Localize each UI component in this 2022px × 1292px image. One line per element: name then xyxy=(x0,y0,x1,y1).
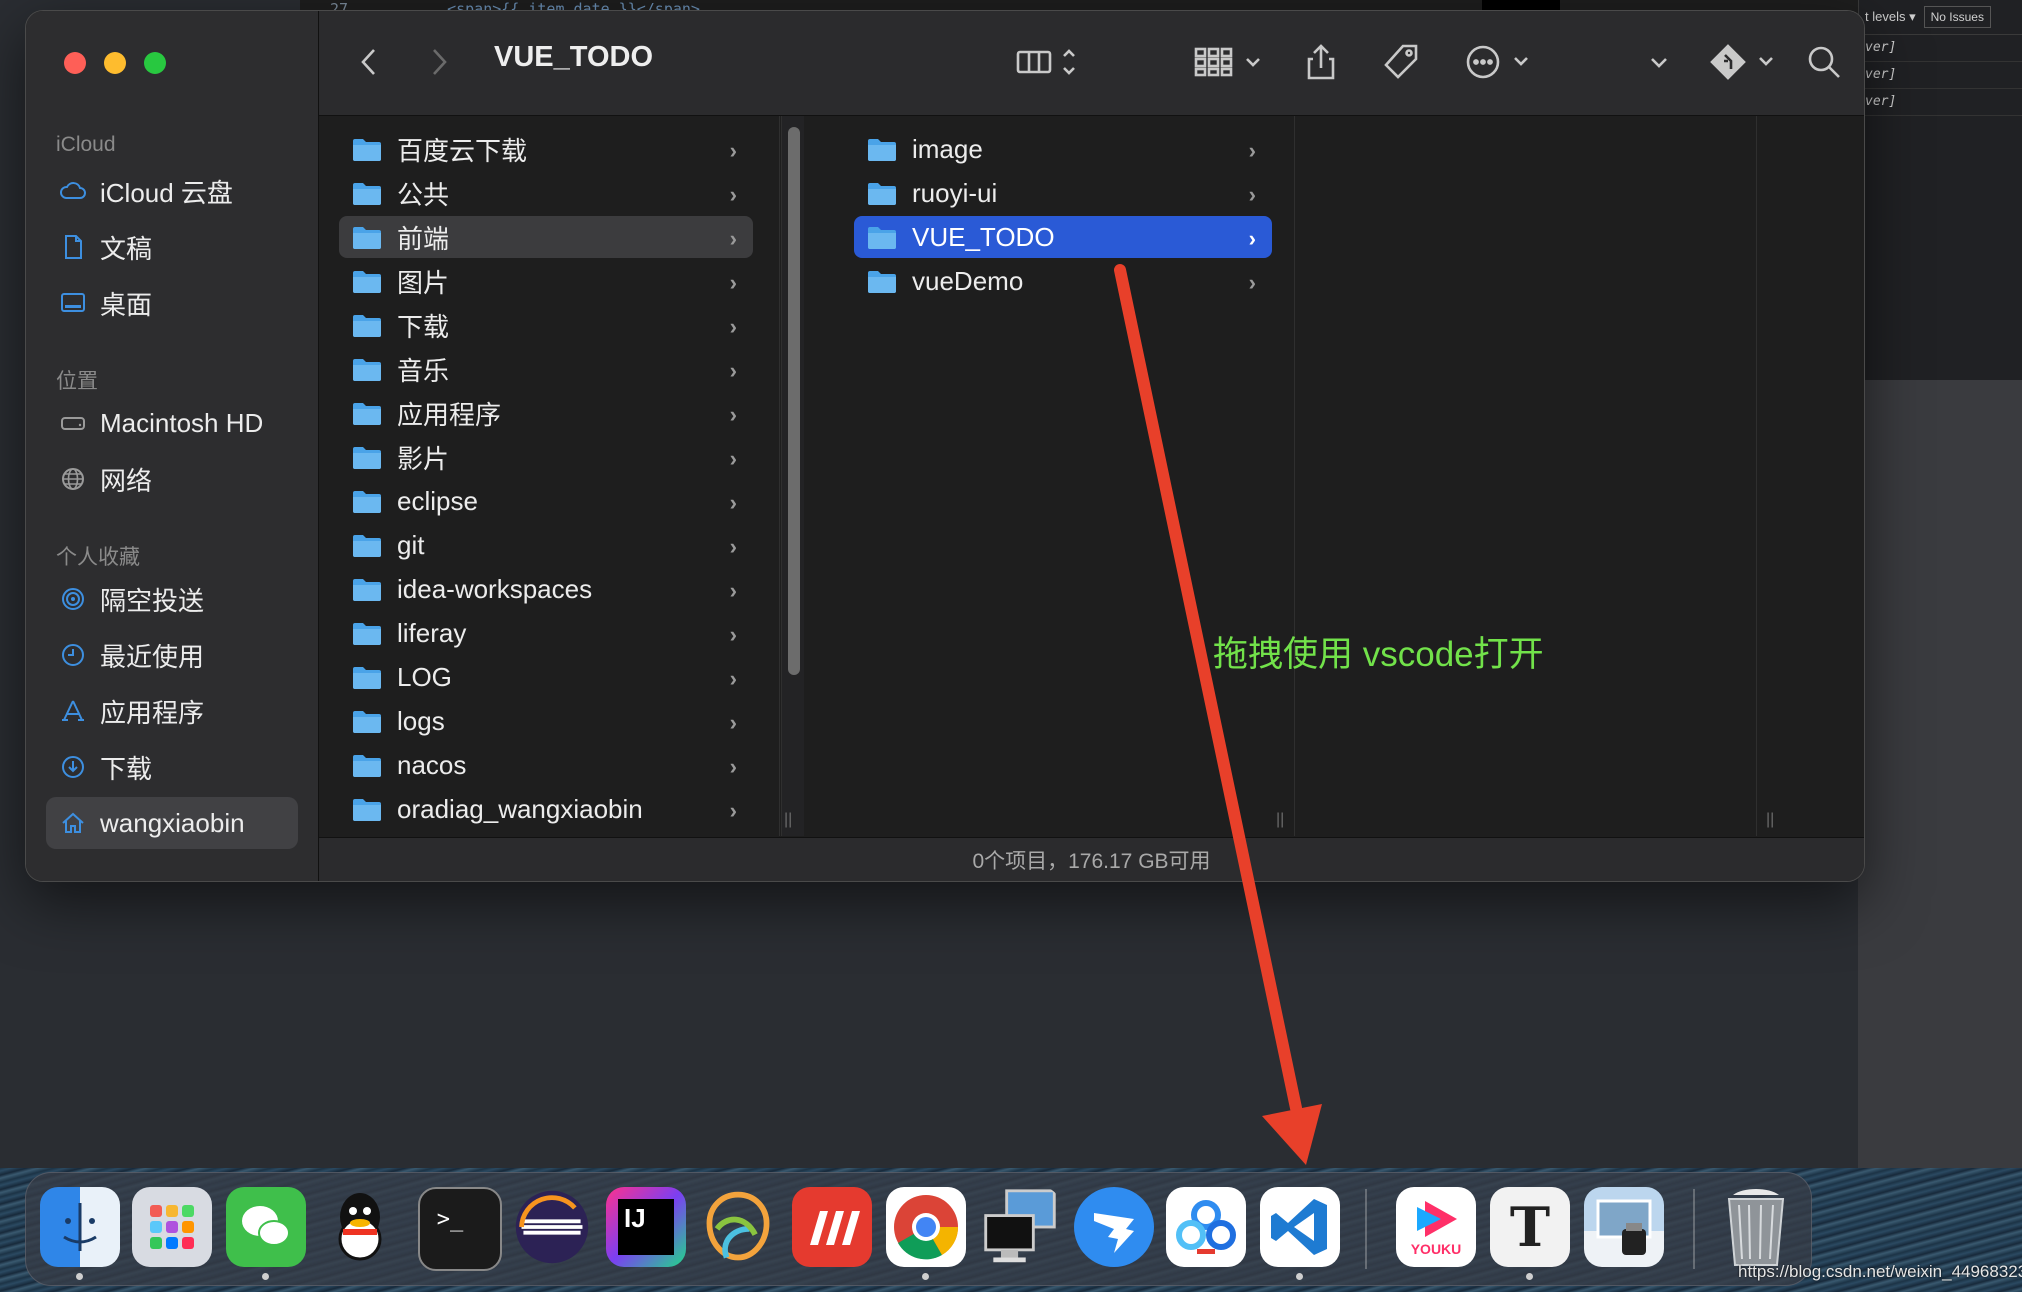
dock-separator xyxy=(1693,1189,1695,1269)
dock-screen-sharing-icon[interactable] xyxy=(980,1187,1060,1267)
dock-youku-icon[interactable]: YOUKU xyxy=(1396,1187,1476,1267)
dock: >_ IJ YOUKU T xyxy=(25,1172,1812,1286)
dock-wechat-icon[interactable] xyxy=(226,1187,306,1267)
dock-separator xyxy=(1365,1189,1367,1269)
dock-typora-icon[interactable]: T xyxy=(1490,1187,1570,1267)
running-indicator xyxy=(1526,1273,1533,1280)
running-indicator xyxy=(1296,1273,1303,1280)
dock-trash-icon[interactable] xyxy=(1716,1187,1796,1267)
dock-eclipse-icon[interactable] xyxy=(512,1187,592,1267)
dock-baidu-netdisk-icon[interactable] xyxy=(1166,1187,1246,1267)
dock-navicat-icon[interactable] xyxy=(698,1187,778,1267)
dock-vscode-icon[interactable] xyxy=(1260,1187,1340,1267)
running-indicator xyxy=(262,1273,269,1280)
dock-dingtalk-icon[interactable] xyxy=(1074,1187,1154,1267)
intellij-label: IJ xyxy=(624,1203,646,1233)
youku-label: YOUKU xyxy=(1410,1241,1462,1257)
dock-terminal-icon[interactable]: >_ xyxy=(418,1187,502,1271)
running-indicator xyxy=(922,1273,929,1280)
dock-qq-icon[interactable] xyxy=(320,1187,400,1267)
intellij-inner: IJ xyxy=(618,1199,674,1255)
dock-preview-icon[interactable] xyxy=(1584,1187,1664,1267)
dock-launchpad-icon[interactable] xyxy=(132,1187,212,1267)
terminal-label: >_ xyxy=(436,1206,464,1232)
typora-label: T xyxy=(1509,1195,1551,1259)
watermark: https://blog.csdn.net/weixin_44968323 xyxy=(1738,1262,2022,1281)
drag-arrow-annotation xyxy=(1114,264,1322,1165)
dock-intellij-icon[interactable]: IJ xyxy=(606,1187,686,1267)
running-indicator xyxy=(76,1273,83,1280)
dock-chrome-icon[interactable] xyxy=(886,1187,966,1267)
dock-finder-icon[interactable] xyxy=(40,1187,120,1267)
annotation-text: 拖拽使用 vscode打开 xyxy=(1213,635,1544,674)
dock-xmind-icon[interactable] xyxy=(792,1187,872,1267)
